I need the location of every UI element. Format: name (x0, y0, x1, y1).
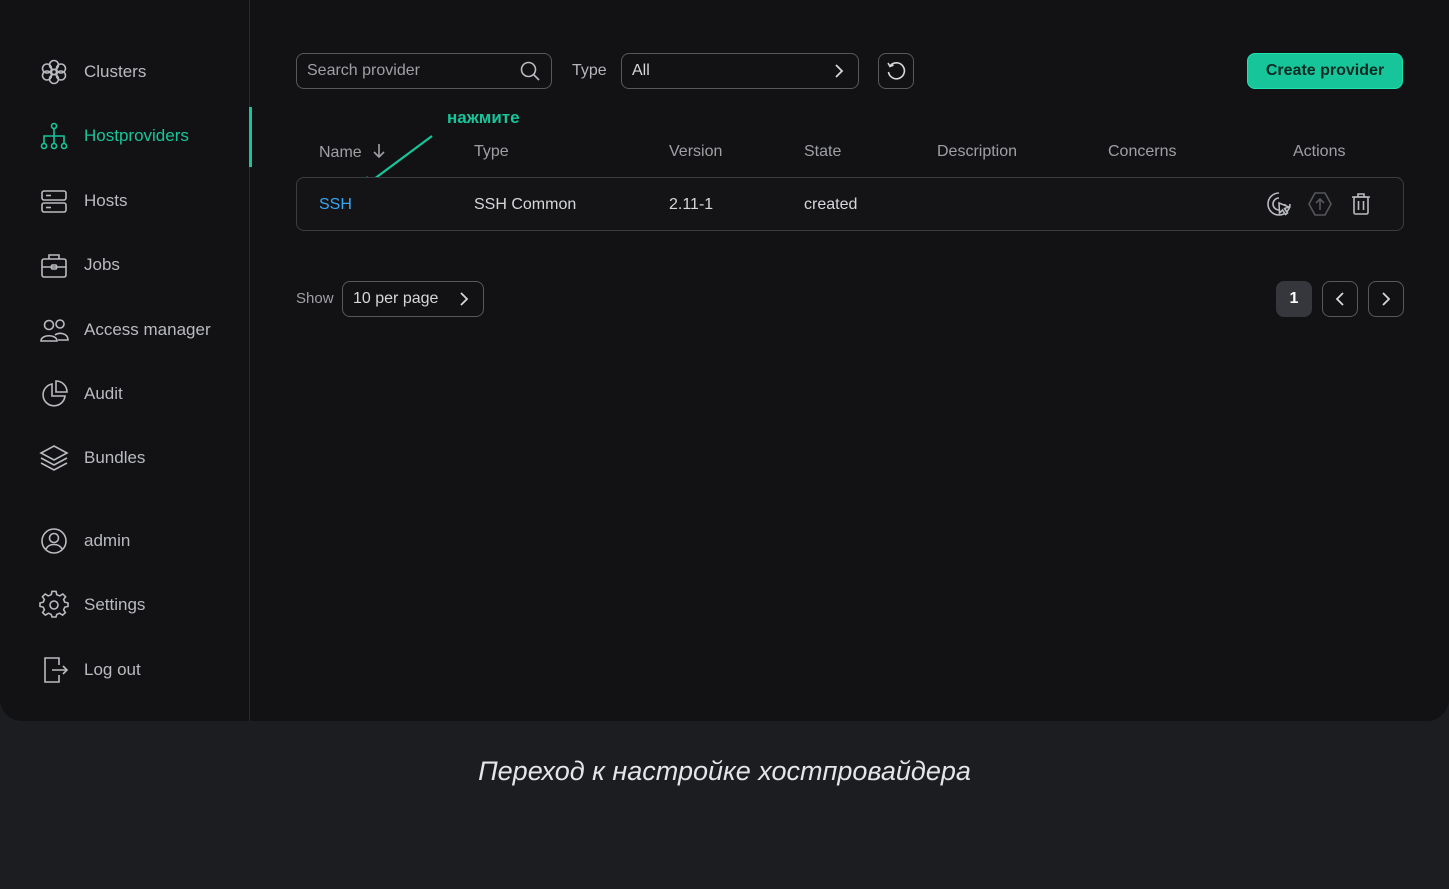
column-header-version[interactable]: Version (669, 143, 722, 161)
chevron-left-icon (1335, 292, 1344, 306)
sidebar-item-label: Clusters (84, 62, 147, 81)
sidebar-item-bundles[interactable]: Bundles (38, 441, 246, 475)
sidebar-item-label: Audit (84, 384, 123, 403)
hostproviders-icon (38, 120, 70, 152)
main-content: Type All Create provider нажмите Name (250, 0, 1449, 721)
users-icon (38, 314, 70, 346)
type-filter-value: All (632, 62, 650, 79)
provider-type: SSH Common (474, 196, 577, 213)
sidebar-item-access-manager[interactable]: Access manager (38, 313, 246, 347)
search-input[interactable] (297, 62, 517, 80)
search-box (296, 53, 552, 89)
page-number-button[interactable]: 1 (1276, 281, 1312, 317)
per-page-select[interactable]: 10 per page (342, 281, 484, 317)
upgrade-icon (1307, 191, 1333, 217)
sidebar-item-label: Log out (84, 660, 141, 679)
pie-chart-icon (38, 378, 70, 410)
chevron-right-icon (835, 64, 844, 78)
hosts-icon (38, 185, 70, 217)
provider-name-link[interactable]: SSH (319, 196, 352, 214)
sidebar-item-label: Hostproviders (84, 126, 189, 145)
provider-state: created (804, 196, 858, 213)
refresh-icon (887, 62, 906, 80)
column-header-type[interactable]: Type (474, 143, 509, 161)
sidebar-item-label: Access manager (84, 320, 211, 339)
search-icon[interactable] (519, 60, 541, 82)
user-icon (38, 525, 70, 557)
column-header-concerns: Concerns (1108, 143, 1177, 160)
sidebar-item-hostproviders[interactable]: Hostproviders (38, 119, 246, 153)
delete-icon[interactable] (1348, 191, 1374, 217)
create-provider-button[interactable]: Create provider (1247, 53, 1403, 89)
sidebar-item-label: Bundles (84, 448, 146, 467)
column-header-state[interactable]: State (804, 143, 841, 161)
sidebar-item-label: Hosts (84, 191, 128, 210)
logout-icon (38, 654, 70, 686)
sidebar-item-label: Jobs (84, 255, 120, 274)
prev-page-button[interactable] (1322, 281, 1358, 317)
app-window: Clusters Hostproviders Hosts Jobs Access… (0, 0, 1449, 721)
next-page-button[interactable] (1368, 281, 1404, 317)
sidebar-item-clusters[interactable]: Clusters (38, 55, 246, 89)
sidebar: Clusters Hostproviders Hosts Jobs Access… (0, 0, 250, 721)
per-page-value: 10 per page (353, 290, 439, 307)
run-action-icon[interactable] (1266, 191, 1292, 217)
sidebar-item-admin[interactable]: admin (38, 524, 246, 558)
chevron-right-icon (460, 292, 469, 306)
column-header-actions: Actions (1293, 143, 1346, 160)
sidebar-item-settings[interactable]: Settings (38, 588, 246, 622)
column-header-name[interactable]: Name (319, 143, 386, 162)
type-filter-label: Type (572, 62, 607, 79)
clusters-icon (38, 56, 70, 88)
type-filter-select[interactable]: All (621, 53, 859, 89)
chevron-right-icon (1382, 292, 1391, 306)
layers-icon (38, 442, 70, 474)
table-row: SSH SSH Common 2.11-1 created (296, 177, 1404, 231)
sidebar-item-label: Settings (84, 595, 146, 614)
column-header-description: Description (937, 143, 1018, 160)
sidebar-item-label: admin (84, 531, 131, 550)
provider-version: 2.11-1 (669, 196, 714, 213)
gear-icon (38, 589, 70, 621)
reset-filters-button[interactable] (878, 53, 914, 89)
annotation-label: нажмите (447, 108, 520, 127)
jobs-icon (38, 249, 70, 281)
sidebar-item-audit[interactable]: Audit (38, 377, 246, 411)
figure-caption: Переход к настройке хостпровайдера (478, 756, 971, 786)
sort-down-icon (373, 144, 385, 159)
sidebar-item-logout[interactable]: Log out (38, 653, 246, 687)
show-label: Show (296, 290, 334, 307)
sidebar-item-jobs[interactable]: Jobs (38, 248, 246, 282)
sidebar-item-hosts[interactable]: Hosts (38, 184, 246, 218)
